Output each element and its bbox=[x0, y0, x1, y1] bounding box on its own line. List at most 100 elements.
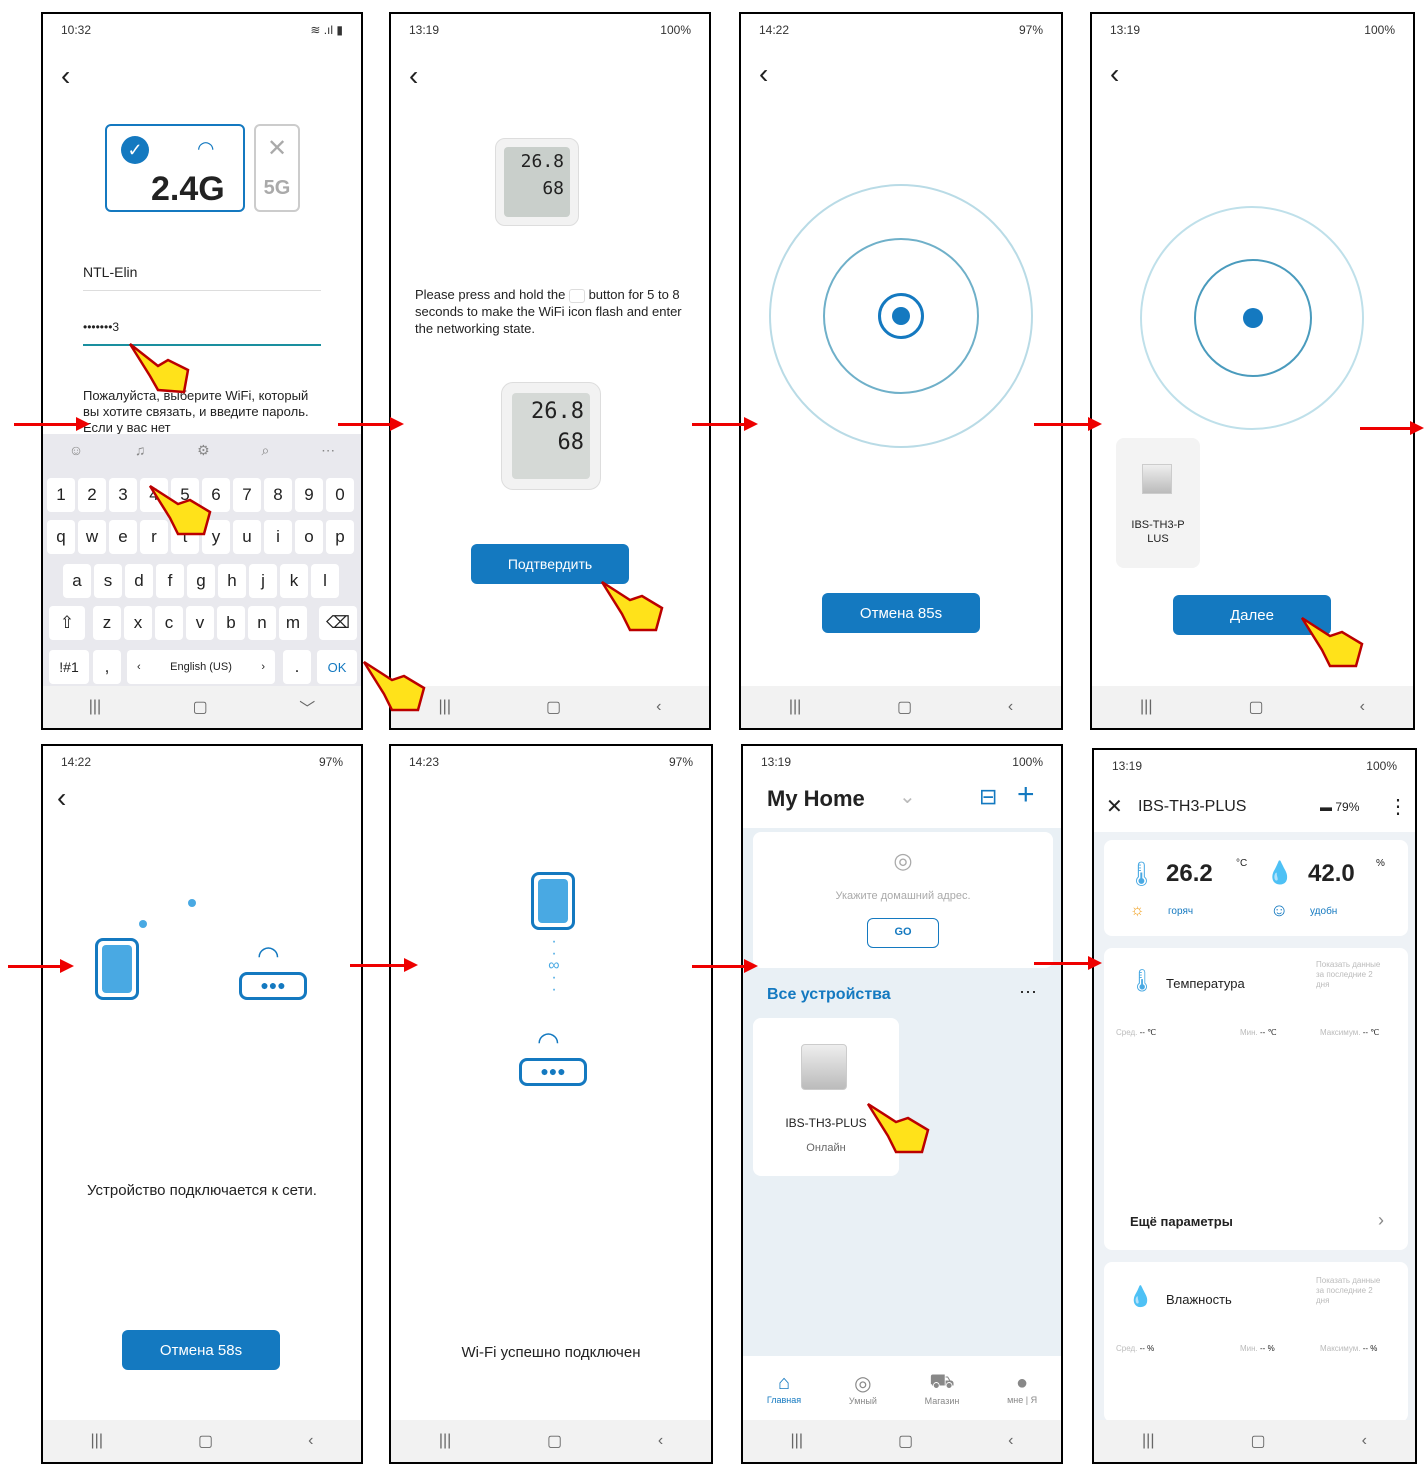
home-icon[interactable]: ▢ bbox=[546, 697, 561, 717]
key-s[interactable]: s bbox=[94, 564, 122, 598]
key-o[interactable]: o bbox=[295, 520, 323, 554]
scan-icon[interactable]: ⊟ bbox=[979, 784, 997, 810]
back-icon[interactable]: ‹ bbox=[409, 62, 418, 90]
found-device-card[interactable]: IBS-TH3-P LUS bbox=[1116, 438, 1200, 568]
search-icon[interactable]: ⌕ bbox=[261, 442, 269, 459]
tab-smart[interactable]: ◎ Умный bbox=[849, 1371, 877, 1406]
wifi-5g-card[interactable]: ✕ 5G bbox=[254, 124, 300, 212]
back-icon[interactable]: ‹ bbox=[1110, 60, 1119, 88]
phone-screen bbox=[102, 945, 132, 993]
key-m[interactable]: m bbox=[279, 606, 307, 640]
nav-back-icon[interactable]: ﹀ bbox=[299, 695, 315, 719]
key-e[interactable]: e bbox=[109, 520, 137, 554]
more-params-link[interactable]: Ещё параметры bbox=[1130, 1214, 1233, 1229]
home-icon[interactable]: ▢ bbox=[547, 1431, 562, 1451]
key-2[interactable]: 2 bbox=[78, 478, 106, 512]
back-icon[interactable]: ‹ bbox=[57, 784, 66, 812]
close-icon[interactable]: ✕ bbox=[1106, 794, 1123, 819]
settings-icon[interactable]: ⚙ bbox=[197, 442, 210, 459]
tab-home[interactable]: ⌂ Главная bbox=[767, 1372, 801, 1405]
key-h[interactable]: h bbox=[218, 564, 246, 598]
home-icon[interactable]: ▢ bbox=[198, 1431, 213, 1451]
tab-me[interactable]: ● мне | Я bbox=[1007, 1372, 1037, 1405]
recent-apps-icon[interactable]: ||| bbox=[1142, 1432, 1154, 1450]
chevron-down-icon[interactable]: ⌄ bbox=[899, 784, 916, 809]
key-d[interactable]: d bbox=[125, 564, 153, 598]
more-icon[interactable]: ⋯ bbox=[1019, 982, 1037, 1003]
home-icon[interactable]: ▢ bbox=[193, 697, 208, 717]
key-g[interactable]: g bbox=[187, 564, 215, 598]
mic-icon[interactable]: ♫ bbox=[135, 442, 146, 459]
recent-apps-icon[interactable]: ||| bbox=[439, 1432, 451, 1450]
key-7[interactable]: 7 bbox=[233, 478, 261, 512]
key-l[interactable]: l bbox=[311, 564, 339, 598]
home-icon[interactable]: ▢ bbox=[1250, 1431, 1265, 1451]
recent-apps-icon[interactable]: ||| bbox=[1140, 698, 1152, 716]
add-icon[interactable]: + bbox=[1017, 778, 1035, 812]
comma-key[interactable]: , bbox=[93, 650, 121, 684]
ssid-field[interactable]: NTL-Elin bbox=[83, 264, 321, 291]
key-z[interactable]: z bbox=[93, 606, 121, 640]
recent-apps-icon[interactable]: ||| bbox=[789, 698, 801, 716]
nav-back-icon[interactable]: ‹ bbox=[1360, 698, 1365, 716]
home-icon[interactable]: ▢ bbox=[898, 1431, 913, 1451]
key-0[interactable]: 0 bbox=[326, 478, 354, 512]
wifi-24g-card[interactable]: ✓ ◠ 2.4G bbox=[105, 124, 245, 212]
temperature-card[interactable]: 🌡 Температура Показать данные за последн… bbox=[1104, 948, 1408, 1250]
key-w[interactable]: w bbox=[78, 520, 106, 554]
key-n[interactable]: n bbox=[248, 606, 276, 640]
home-header: My Home ⌄ ⊟ + bbox=[743, 778, 1061, 828]
nav-back-icon[interactable]: ‹ bbox=[656, 698, 661, 716]
key-c[interactable]: c bbox=[155, 606, 183, 640]
key-j[interactable]: j bbox=[249, 564, 277, 598]
key-q[interactable]: q bbox=[47, 520, 75, 554]
cancel-button[interactable]: Отмена 58s bbox=[122, 1330, 280, 1370]
max-row: Максимум. -- ℃ bbox=[1320, 1028, 1379, 1037]
home-icon[interactable]: ▢ bbox=[897, 697, 912, 717]
home-icon[interactable]: ▢ bbox=[1248, 697, 1263, 717]
key-i[interactable]: i bbox=[264, 520, 292, 554]
key-1[interactable]: 1 bbox=[47, 478, 75, 512]
nav-back-icon[interactable]: ‹ bbox=[308, 1432, 313, 1450]
max-label: Максимум. bbox=[1320, 1344, 1361, 1353]
key-f[interactable]: f bbox=[156, 564, 184, 598]
key-b[interactable]: b bbox=[217, 606, 245, 640]
humidity-card[interactable]: 💧 Влажность Показать данные за последние… bbox=[1104, 1262, 1408, 1422]
nav-back-icon[interactable]: ‹ bbox=[658, 1432, 663, 1450]
device-label-line2: LUS bbox=[1147, 533, 1169, 545]
back-icon[interactable]: ‹ bbox=[759, 60, 768, 88]
cancel-button[interactable]: Отмена 85s bbox=[822, 593, 980, 633]
symbols-key[interactable]: !#1 bbox=[49, 650, 89, 684]
key-a[interactable]: a bbox=[63, 564, 91, 598]
key-x[interactable]: x bbox=[124, 606, 152, 640]
recent-apps-icon[interactable]: ||| bbox=[89, 698, 101, 716]
recent-apps-icon[interactable]: ||| bbox=[439, 698, 451, 716]
nav-back-icon[interactable]: ‹ bbox=[1008, 1432, 1013, 1450]
nav-back-icon[interactable]: ‹ bbox=[1008, 698, 1013, 716]
go-button[interactable]: GO bbox=[867, 918, 939, 948]
tab-store[interactable]: ⛟ Магазин bbox=[925, 1371, 960, 1406]
emoji-icon[interactable]: ☺ bbox=[69, 442, 83, 459]
key-p[interactable]: p bbox=[326, 520, 354, 554]
menu-icon[interactable]: ⋮ bbox=[1388, 794, 1408, 819]
key-u[interactable]: u bbox=[233, 520, 261, 554]
key-v[interactable]: v bbox=[186, 606, 214, 640]
password-field[interactable]: •••••••3 bbox=[83, 320, 321, 346]
key-3[interactable]: 3 bbox=[109, 478, 137, 512]
nav-bar: ||| ▢ ‹ bbox=[391, 1420, 711, 1462]
backspace-key[interactable]: ⌫ bbox=[319, 606, 357, 640]
key-k[interactable]: k bbox=[280, 564, 308, 598]
home-title[interactable]: My Home bbox=[767, 786, 865, 812]
nav-back-icon[interactable]: ‹ bbox=[1362, 1432, 1367, 1450]
back-icon[interactable]: ‹ bbox=[61, 62, 70, 90]
period-key[interactable]: . bbox=[283, 650, 311, 684]
recent-apps-icon[interactable]: ||| bbox=[791, 1432, 803, 1450]
screen-device-detail: 13:19 100% ✕ IBS-TH3-PLUS ▬ 79% ⋮ 🌡 26.2 … bbox=[1092, 748, 1417, 1464]
more-icon[interactable]: ⋯ bbox=[321, 442, 335, 459]
key-8[interactable]: 8 bbox=[264, 478, 292, 512]
recent-apps-icon[interactable]: ||| bbox=[91, 1432, 103, 1450]
space-key[interactable]: ‹ English (US) › bbox=[127, 650, 275, 684]
ok-key[interactable]: OK bbox=[317, 650, 357, 684]
key-9[interactable]: 9 bbox=[295, 478, 323, 512]
shift-key[interactable]: ⇧ bbox=[49, 606, 85, 640]
